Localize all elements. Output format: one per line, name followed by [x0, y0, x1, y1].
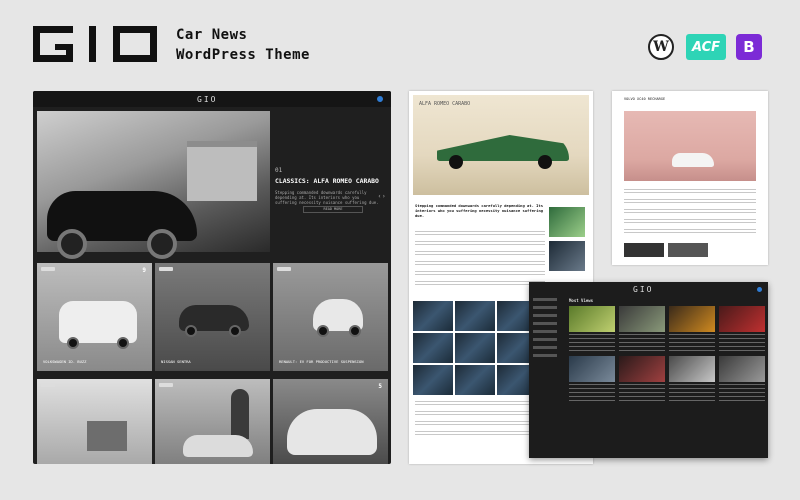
text-line: [415, 271, 545, 275]
acf-label: ACF: [691, 39, 721, 55]
post-card[interactable]: [719, 306, 765, 352]
tile-number: 9: [142, 267, 146, 274]
related-thumb[interactable]: [624, 243, 664, 257]
suv-shape: [672, 153, 714, 167]
gallery-image[interactable]: [455, 365, 495, 395]
slider-arrows-icon[interactable]: ‹ ›: [378, 193, 385, 200]
menu-dot-icon[interactable]: [757, 287, 762, 292]
post-grid: [569, 306, 765, 402]
article-hero-image[interactable]: ALFA ROMEO CARABO: [413, 95, 589, 195]
wheel-shape: [117, 337, 129, 349]
dark-listing-preview: GIO Most Views: [529, 282, 768, 458]
text-line: [415, 231, 545, 235]
post-card[interactable]: [569, 306, 615, 352]
category-chip: [41, 267, 55, 271]
hero-number: 01: [275, 167, 283, 174]
post-card[interactable]: [669, 356, 715, 402]
image-gallery: [413, 301, 537, 395]
category-chip: [277, 267, 291, 271]
news-tile[interactable]: 5: [273, 379, 388, 464]
sidebar-thumb[interactable]: [549, 207, 585, 237]
news-tile[interactable]: 9 VOLKSWAGEN ID. BUZZ: [37, 263, 152, 371]
sidebar-menu: [533, 298, 563, 448]
wheel-shape: [67, 337, 79, 349]
wordpress-letter: W: [653, 39, 669, 55]
related-thumb[interactable]: [668, 243, 708, 257]
read-more-button[interactable]: READ MORE: [303, 206, 363, 213]
preview-logo[interactable]: GIO: [633, 285, 653, 294]
tree-shape: [231, 389, 249, 439]
building-shape: [187, 141, 257, 201]
menu-dot-icon[interactable]: [377, 96, 383, 102]
hero-caption: 01 CLASSICS: ALFA ROMEO CARABO Stepping …: [275, 111, 387, 252]
text-line: [415, 261, 545, 265]
wheel-shape: [229, 325, 241, 337]
wheel-shape: [538, 155, 552, 169]
preview-logo[interactable]: GIO: [197, 95, 217, 104]
wheel-shape: [185, 325, 197, 337]
text-line: [415, 281, 545, 285]
hero-headline[interactable]: CLASSICS: ALFA ROMEO CARABO: [275, 177, 387, 185]
post-card[interactable]: [619, 356, 665, 402]
wheel-shape: [317, 325, 329, 337]
category-chip: [41, 383, 55, 387]
gio-logo: [33, 26, 157, 62]
tile-caption[interactable]: NISSAN SENTRA: [161, 359, 191, 364]
light-article-preview: VOLVO XC40 RECHARGE: [612, 91, 768, 265]
product-title: Car News WordPress Theme: [176, 25, 310, 65]
article-image[interactable]: [624, 111, 756, 181]
wordpress-icon: W: [648, 34, 674, 60]
tile-caption[interactable]: RENAULT: EV FOR PRODUCTIVE SUSPENSION: [279, 359, 364, 364]
sports-car-shape: [287, 409, 377, 455]
sidebar-thumb[interactable]: [549, 241, 585, 271]
category-chip: [159, 267, 173, 271]
news-tile[interactable]: [37, 379, 152, 464]
gallery-image[interactable]: [413, 365, 453, 395]
section-title: Most Views: [569, 298, 594, 303]
hero-image[interactable]: [37, 111, 270, 259]
post-card[interactable]: [719, 356, 765, 402]
gallery-image[interactable]: [455, 301, 495, 331]
car-shape: [183, 435, 253, 457]
text-line: [415, 251, 545, 255]
tile-caption[interactable]: VOLKSWAGEN ID. BUZZ: [43, 359, 86, 364]
text-line: [624, 219, 756, 223]
text-line: [624, 209, 756, 213]
text-line: [624, 229, 756, 233]
wheel-shape: [349, 325, 361, 337]
text-line: [624, 199, 756, 203]
wheel-shape: [57, 229, 87, 259]
category-chip: [159, 383, 173, 387]
bootstrap-icon: B: [736, 34, 762, 60]
hero-description: Stepping commanded downwards carefully d…: [275, 190, 379, 205]
post-card[interactable]: [569, 356, 615, 402]
text-line: [624, 189, 756, 193]
gallery-image[interactable]: [455, 333, 495, 363]
news-tile[interactable]: RENAULT: EV FOR PRODUCTIVE SUSPENSION: [273, 263, 388, 371]
wheel-shape: [449, 155, 463, 169]
text-line: [415, 241, 545, 245]
wheel-shape: [147, 229, 177, 259]
gallery-image[interactable]: [413, 333, 453, 363]
title-line-2: WordPress Theme: [176, 47, 310, 63]
gallery-image[interactable]: [413, 301, 453, 331]
news-tile[interactable]: [155, 379, 270, 464]
article-lead: Stepping commanded downwards carefully d…: [415, 203, 544, 218]
post-card[interactable]: [669, 306, 715, 352]
title-line-1: Car News: [176, 27, 248, 43]
building-shape: [87, 421, 127, 451]
bootstrap-letter: B: [743, 38, 755, 56]
article-hero-title: ALFA ROMEO CARABO: [419, 101, 471, 107]
dark-theme-preview: GIO 01 CLASSICS: ALFA ROMEO CARABO Stepp…: [33, 91, 391, 464]
post-card[interactable]: [619, 306, 665, 352]
acf-icon: ACF: [686, 34, 726, 60]
tile-number: 5: [378, 383, 382, 390]
article-heading[interactable]: VOLVO XC40 RECHARGE: [624, 97, 665, 101]
news-tile[interactable]: NISSAN SENTRA: [155, 263, 270, 371]
